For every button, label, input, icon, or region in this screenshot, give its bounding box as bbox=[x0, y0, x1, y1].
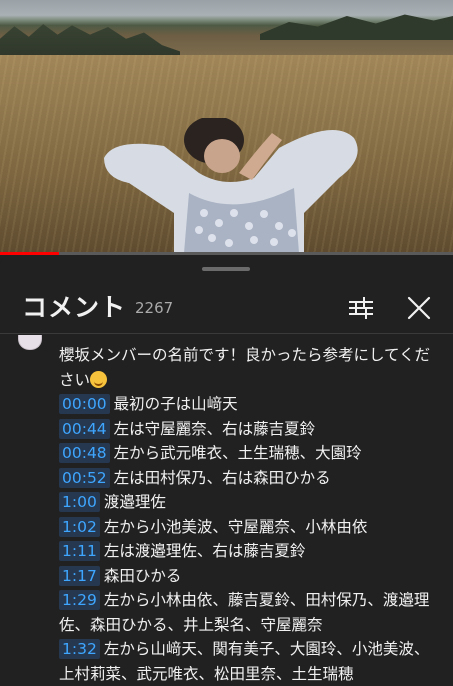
timestamp-text: 森田ひかる bbox=[103, 566, 182, 585]
timestamp-link[interactable]: 1:11 bbox=[59, 541, 100, 561]
timestamp-link[interactable]: 1:02 bbox=[59, 516, 100, 537]
timestamp-line: 1:29 左から小林由依、藤吉夏鈴、田村保乃、渡邉理佐、森田ひかる、井上梨名、守屋… bbox=[59, 588, 439, 637]
smiling-face-icon bbox=[90, 370, 108, 388]
timestamp-line: 1:00 渡邉理佐 bbox=[59, 490, 439, 515]
timestamp-line: 00:44 左は守屋麗奈、右は藤吉夏鈴 bbox=[59, 417, 439, 442]
timestamp-text: 左から山﨑天、関有美子、大園玲、小池美波、上村莉菜、武元唯衣、松田里奈、土生瑞穂 bbox=[59, 640, 430, 683]
sort-filter-button[interactable] bbox=[344, 291, 378, 325]
timestamp-text: 左から小林由依、藤吉夏鈴、田村保乃、渡邉理佐、森田ひかる、井上梨名、守屋麗奈 bbox=[59, 591, 430, 634]
timestamp-text: 渡邉理佐 bbox=[103, 493, 166, 511]
video-player[interactable] bbox=[0, 0, 453, 253]
timestamp-line: 1:11 左は渡邉理佐、右は藤吉夏鈴 bbox=[59, 539, 439, 564]
timestamp-text: 左は田村保乃、右は森田ひかる bbox=[113, 468, 331, 487]
comments-title: コメント bbox=[22, 293, 127, 322]
timestamp-text: 左から武元唯衣、土生瑞穂、大園玲 bbox=[113, 444, 362, 462]
timestamp-link[interactable]: 1:29 bbox=[59, 590, 100, 610]
timestamp-link[interactable]: 00:52 bbox=[59, 467, 110, 488]
timestamp-link[interactable]: 1:32 bbox=[59, 639, 100, 659]
header-divider bbox=[0, 333, 453, 334]
drag-handle[interactable] bbox=[202, 267, 250, 271]
avatar[interactable] bbox=[18, 335, 42, 350]
background-treeline bbox=[260, 14, 453, 40]
timestamp-line: 1:02 左から小池美波、守屋麗奈、小林由依 bbox=[59, 515, 439, 540]
timestamp-link[interactable]: 1:17 bbox=[59, 565, 100, 586]
timestamp-text: 最初の子は山﨑天 bbox=[113, 395, 238, 413]
comment-body: 櫻坂メンバーの名前です！良かったら参考にしてください 00:00 最初の子は山﨑天… bbox=[59, 343, 439, 686]
timestamp-list: 00:00 最初の子は山﨑天 00:44 左は守屋麗奈、右は藤吉夏鈴 00:48 左か… bbox=[59, 392, 439, 686]
comment-count: 2267 bbox=[135, 299, 174, 317]
close-button[interactable] bbox=[402, 291, 436, 325]
timestamp-link[interactable]: 00:00 bbox=[59, 394, 110, 414]
timestamp-link[interactable]: 1:00 bbox=[59, 492, 100, 512]
timestamp-line: 00:00 最初の子は山﨑天 bbox=[59, 392, 439, 417]
comments-sheet: コメント 2267 櫻坂メンバーの名前です！良かったら参考にしてください 00:… bbox=[0, 255, 453, 683]
timestamp-line: 1:17 森田ひかる bbox=[59, 564, 439, 589]
close-icon bbox=[407, 296, 431, 320]
comment-intro-text: 櫻坂メンバーの名前です！良かったら参考にしてください bbox=[59, 346, 431, 389]
timestamp-text: 左から小池美波、守屋麗奈、小林由依 bbox=[103, 517, 368, 536]
timestamp-line: 00:48 左から武元唯衣、土生瑞穂、大園玲 bbox=[59, 441, 439, 466]
comment-intro: 櫻坂メンバーの名前です！良かったら参考にしてください bbox=[59, 343, 439, 392]
timestamp-text: 左は守屋麗奈、右は藤吉夏鈴 bbox=[113, 419, 316, 438]
timestamp-line: 00:52 左は田村保乃、右は森田ひかる bbox=[59, 466, 439, 491]
timestamp-line: 1:32 左から山﨑天、関有美子、大園玲、小池美波、上村莉菜、武元唯衣、松田里奈、… bbox=[59, 637, 439, 686]
person-figure bbox=[104, 118, 358, 253]
timestamp-text: 左は渡邉理佐、右は藤吉夏鈴 bbox=[103, 542, 306, 560]
timestamp-link[interactable]: 00:48 bbox=[59, 443, 110, 463]
timestamp-link[interactable]: 00:44 bbox=[59, 418, 110, 439]
tune-icon bbox=[349, 297, 373, 319]
